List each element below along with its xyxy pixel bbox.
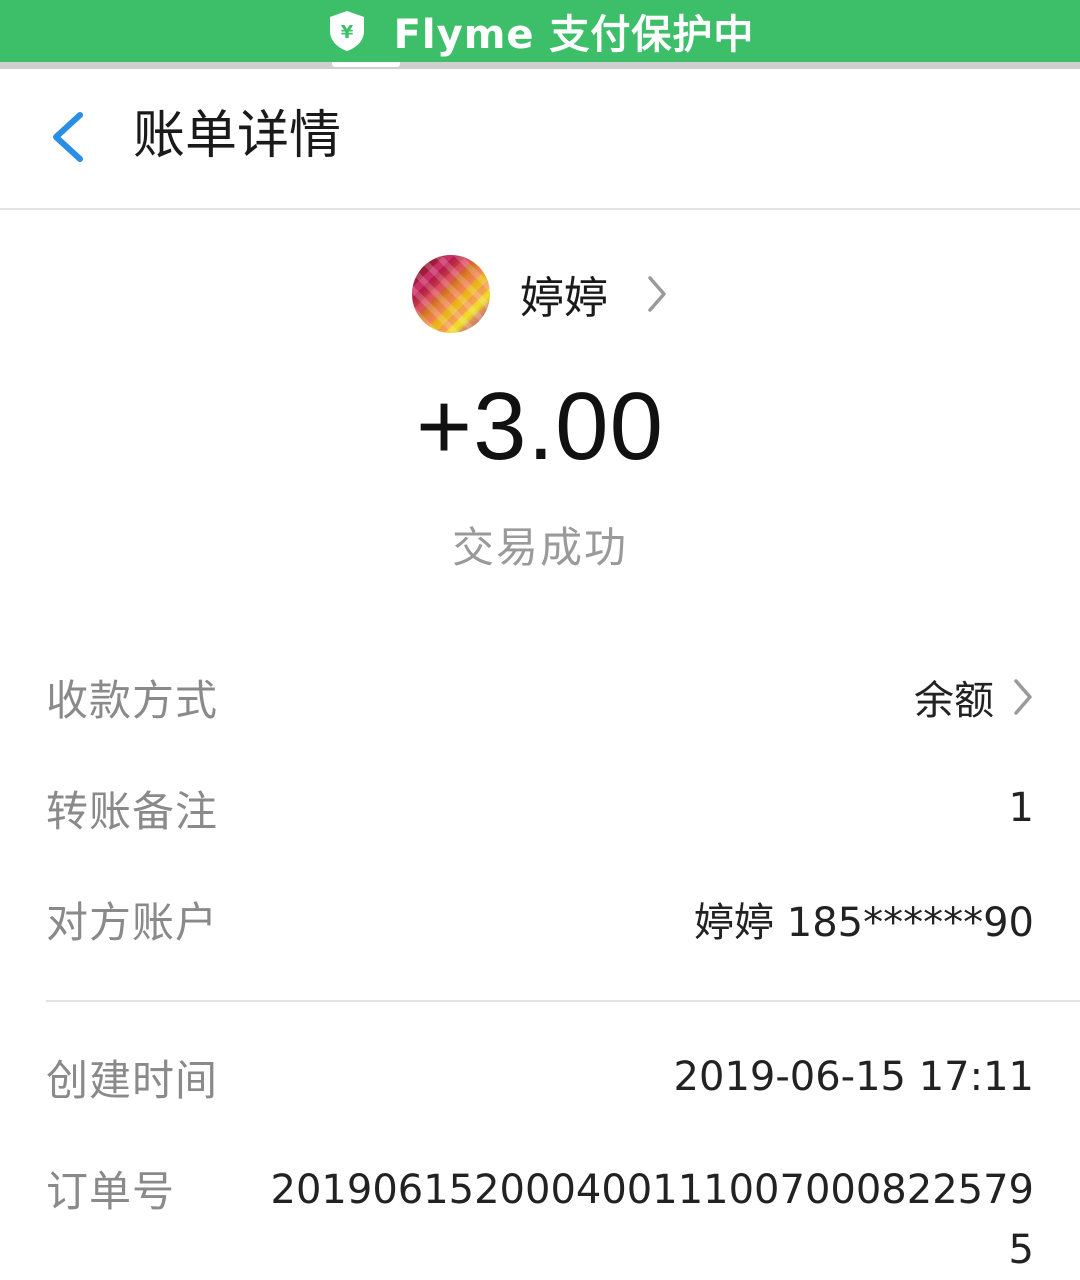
payment-protection-banner: ¥ Flyme 支付保护中: [0, 0, 1080, 62]
detail-label: 收款方式: [46, 675, 219, 725]
payer-row[interactable]: 婷婷: [0, 254, 1080, 334]
created-time-label: 创建时间: [46, 1055, 219, 1105]
chevron-right-icon[interactable]: [646, 274, 668, 314]
detail-label: 对方账户: [46, 897, 219, 947]
detail-value: 1: [1008, 785, 1034, 831]
banner-tab-indicator: [332, 62, 400, 67]
order-number-label: 订单号: [46, 1167, 176, 1216]
transaction-amount: +3.00: [416, 373, 664, 480]
order-number-value: 2019061520004001110070008225795: [270, 1167, 1034, 1273]
detail-row-counterparty: 对方账户 婷婷 185******90: [46, 884, 1034, 954]
detail-value: 余额: [914, 678, 994, 724]
chevron-right-icon[interactable]: [1012, 677, 1034, 717]
detail-row-remark: 转账备注 1: [46, 773, 1034, 843]
payer-name[interactable]: 婷婷: [520, 262, 608, 326]
detail-label: 转账备注: [46, 786, 219, 836]
avatar[interactable]: [412, 255, 490, 333]
banner-text: Flyme 支付保护中: [393, 12, 755, 58]
back-chevron-icon[interactable]: [46, 109, 90, 165]
detail-value: 婷婷 185******90: [694, 900, 1034, 946]
detail-row-created-time: 创建时间 2019-06-15 17:11: [46, 1042, 1034, 1112]
shield-yen-icon: ¥: [329, 11, 364, 51]
page-title: 账单详情: [133, 106, 342, 166]
svg-text:¥: ¥: [340, 22, 353, 43]
section-divider: [46, 1000, 1080, 1002]
title-bar: 账单详情: [0, 69, 1080, 210]
banner-divider: [0, 62, 1080, 69]
detail-row-payment-method[interactable]: 收款方式 余额: [46, 662, 1034, 732]
transaction-status: 交易成功: [451, 523, 628, 572]
created-time-value: 2019-06-15 17:11: [673, 1054, 1034, 1100]
